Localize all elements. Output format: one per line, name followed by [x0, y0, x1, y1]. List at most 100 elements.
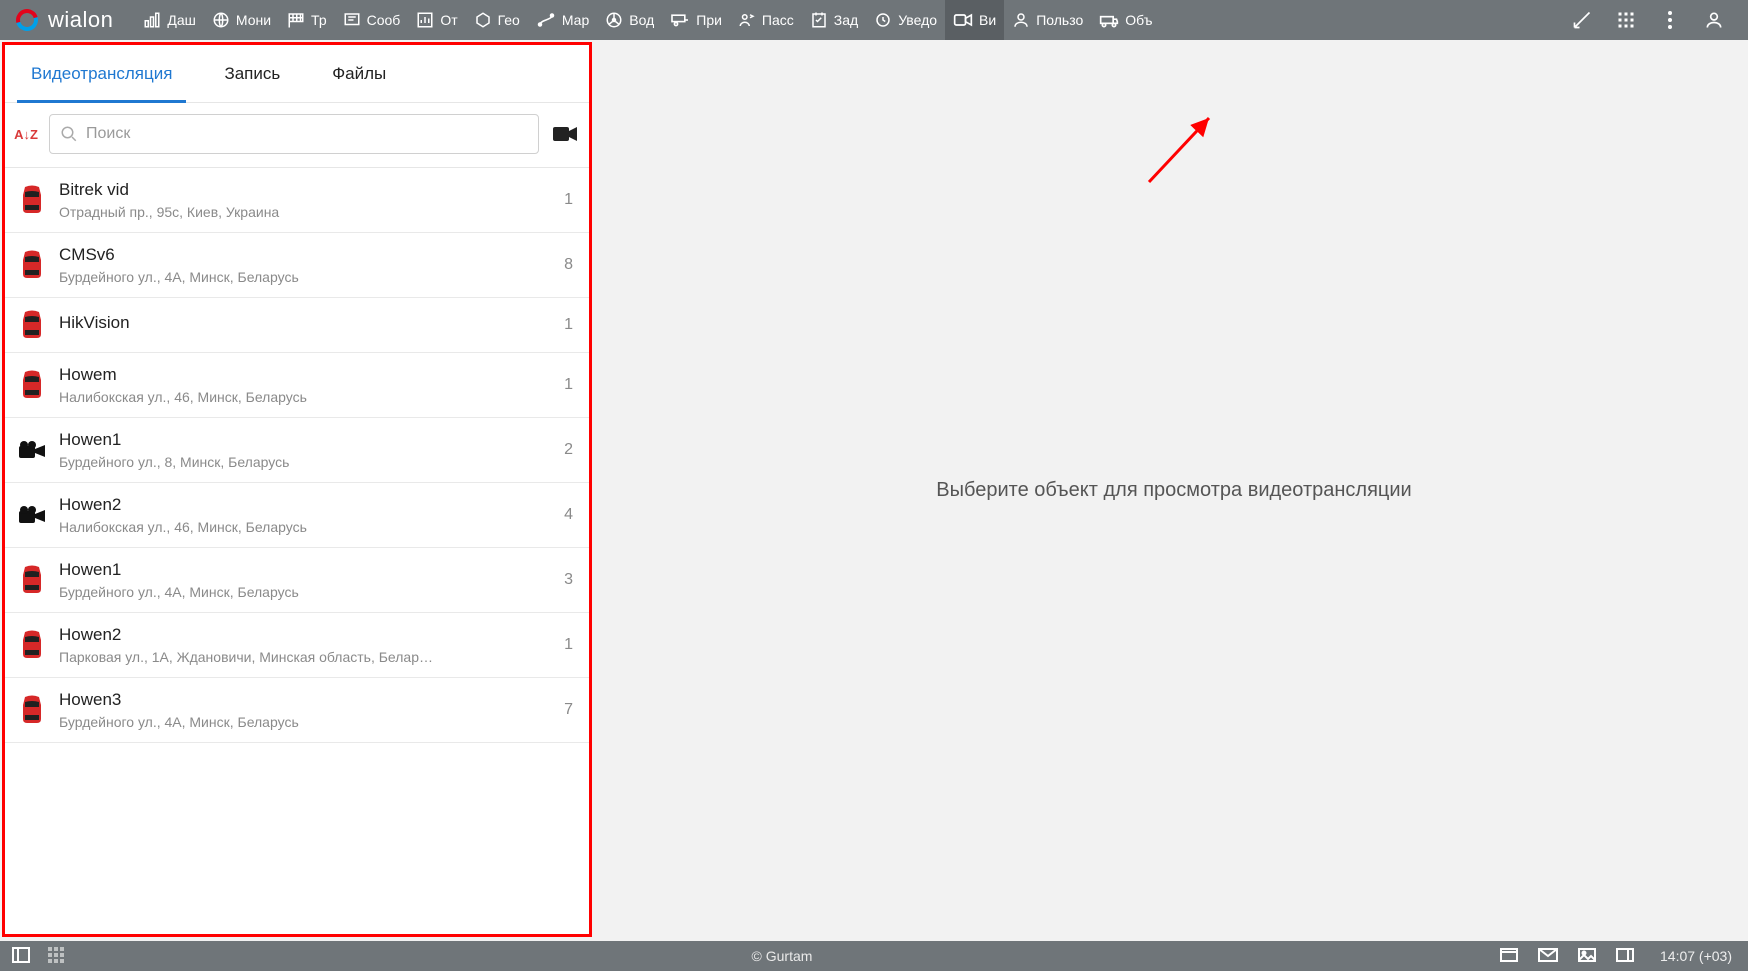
car-icon — [15, 695, 49, 725]
nav-item-label: Гео — [498, 12, 520, 28]
nav-item-label: От — [440, 12, 457, 28]
unit-camera-count: 1 — [564, 636, 573, 654]
nav-item-label: Пользо — [1036, 12, 1083, 28]
video-panel: Видеотрансляция Запись Файлы A↓Z Bitrek … — [2, 42, 592, 937]
search-icon — [60, 125, 78, 143]
nav-item-label: При — [696, 12, 722, 28]
car-icon — [15, 250, 49, 280]
mail-icon[interactable] — [1538, 948, 1558, 965]
unit-camera-count: 7 — [564, 701, 573, 719]
unit-row[interactable]: Howem Налибокская ул., 46, Минск, Беларус… — [5, 353, 589, 418]
main-viewport: Выберите объект для просмотра видеотранс… — [600, 40, 1748, 941]
unit-address: Налибокская ул., 46, Минск, Беларусь — [59, 389, 554, 405]
nav-item-label: Вод — [629, 12, 654, 28]
camera-icon — [15, 505, 49, 525]
nav-item-label: Даш — [167, 12, 196, 28]
tab-live-label: Видеотрансляция — [31, 64, 172, 84]
nav-item-task[interactable]: Зад — [802, 0, 866, 40]
panel-right-icon[interactable] — [1616, 948, 1634, 965]
camera-filter-icon[interactable] — [551, 123, 579, 145]
unit-address: Налибокская ул., 46, Минск, Беларусь — [59, 519, 554, 535]
unit-row[interactable]: Howen1 Бурдейного ул., 8, Минск, Беларусь… — [5, 418, 589, 483]
nav-item-label: Сооб — [367, 12, 401, 28]
nav-item-label: Объ — [1125, 12, 1152, 28]
top-bar: wialon ДашМониТрСообОтГеоМарВодПриПассЗа… — [0, 0, 1748, 40]
unit-name: HikVision — [59, 313, 554, 333]
nav-item-user[interactable]: Пользо — [1004, 0, 1091, 40]
nav-item-video[interactable]: Ви — [945, 0, 1004, 40]
unit-row[interactable]: Howen1 Бурдейного ул., 4А, Минск, Беларус… — [5, 548, 589, 613]
tab-live[interactable]: Видеотрансляция — [5, 45, 198, 102]
nav-item-dashboard[interactable]: Даш — [135, 0, 204, 40]
unit-row[interactable]: Howen2 Налибокская ул., 46, Минск, Белару… — [5, 483, 589, 548]
bottom-bar: © Gurtam 14:07 (+03) — [0, 941, 1748, 971]
panel-tabs: Видеотрансляция Запись Файлы — [5, 45, 589, 103]
unit-camera-count: 2 — [564, 441, 573, 459]
car-icon — [15, 630, 49, 660]
unit-address: Бурдейного ул., 4А, Минск, Беларусь — [59, 584, 554, 600]
nav-item-report[interactable]: От — [408, 0, 465, 40]
image-icon[interactable] — [1578, 948, 1596, 965]
nav-item-flag[interactable]: Тр — [279, 0, 335, 40]
placeholder-text: Выберите объект для просмотра видеотранс… — [936, 479, 1411, 502]
tab-record[interactable]: Запись — [198, 45, 306, 102]
unit-name: Howen2 — [59, 625, 554, 645]
nav-item-bell[interactable]: Уведо — [866, 0, 945, 40]
unit-camera-count: 1 — [564, 191, 573, 209]
clock-time: 14:07 (+03) — [1660, 948, 1732, 964]
unit-address: Отрадный пр., 95с, Киев, Украина — [59, 204, 554, 220]
apps-grid-icon[interactable] — [1604, 0, 1648, 40]
nav-item-driver[interactable]: Вод — [597, 0, 662, 40]
unit-address: Бурдейного ул., 4А, Минск, Беларусь — [59, 714, 554, 730]
tab-record-label: Запись — [224, 64, 280, 84]
account-icon[interactable] — [1692, 0, 1736, 40]
unit-address: Бурдейного ул., 4А, Минск, Беларусь — [59, 269, 554, 285]
unit-camera-count: 3 — [564, 571, 573, 589]
logo-icon — [16, 9, 38, 31]
unit-name: Bitrek vid — [59, 180, 554, 200]
unit-address: Бурдейного ул., 8, Минск, Беларусь — [59, 454, 554, 470]
copyright: © Gurtam — [64, 948, 1500, 964]
layout-panel-icon[interactable] — [12, 947, 30, 966]
tool-ruler-icon[interactable] — [1560, 0, 1604, 40]
unit-camera-count: 1 — [564, 316, 573, 334]
unit-name: Howem — [59, 365, 554, 385]
nav-right — [1560, 0, 1748, 40]
nav-item-label: Мони — [236, 12, 271, 28]
search-input[interactable] — [86, 125, 528, 143]
content-area: Видеотрансляция Запись Файлы A↓Z Bitrek … — [0, 40, 1748, 941]
unit-name: Howen1 — [59, 430, 554, 450]
unit-camera-count: 1 — [564, 376, 573, 394]
nav-item-msg[interactable]: Сооб — [335, 0, 409, 40]
unit-row[interactable]: Howen3 Бурдейного ул., 4А, Минск, Беларус… — [5, 678, 589, 743]
nav-item-label: Мар — [562, 12, 589, 28]
nav-item-pass[interactable]: Пасс — [730, 0, 802, 40]
unit-name: Howen2 — [59, 495, 554, 515]
unit-row[interactable]: CMSv6 Бурдейного ул., 4А, Минск, Беларусь… — [5, 233, 589, 298]
unit-row[interactable]: Howen2 Парковая ул., 1А, Ждановичи, Минск… — [5, 613, 589, 678]
camera-icon — [15, 440, 49, 460]
nav-item-globe[interactable]: Мони — [204, 0, 279, 40]
window-icon[interactable] — [1500, 948, 1518, 965]
main-nav: Даш Мони Тр Сооб От Гео Мар Вод При Пасс ЗадУведо В… — [135, 0, 1160, 40]
unit-name: Howen3 — [59, 690, 554, 710]
nav-item-trailer[interactable]: При — [662, 0, 730, 40]
sort-button[interactable]: A↓Z — [15, 123, 37, 145]
unit-name: CMSv6 — [59, 245, 554, 265]
nav-item-label: Ви — [979, 12, 996, 28]
unit-row[interactable]: HikVision 1 — [5, 298, 589, 353]
unit-camera-count: 8 — [564, 256, 573, 274]
more-menu-icon[interactable] — [1648, 0, 1692, 40]
search-field[interactable] — [49, 114, 539, 154]
nav-item-label: Пасс — [762, 12, 794, 28]
unit-row[interactable]: Bitrek vid Отрадный пр., 95с, Киев, Украи… — [5, 168, 589, 233]
tab-files[interactable]: Файлы — [306, 45, 412, 102]
nav-item-route[interactable]: Мар — [528, 0, 597, 40]
search-row: A↓Z — [5, 103, 589, 165]
layout-grid-icon[interactable] — [48, 947, 64, 966]
nav-item-unit[interactable]: Объ — [1091, 0, 1160, 40]
unit-list[interactable]: Bitrek vid Отрадный пр., 95с, Киев, Украи… — [5, 167, 589, 934]
nav-item-geo[interactable]: Гео — [466, 0, 528, 40]
unit-name: Howen1 — [59, 560, 554, 580]
unit-address: Парковая ул., 1А, Ждановичи, Минская обл… — [59, 649, 554, 665]
